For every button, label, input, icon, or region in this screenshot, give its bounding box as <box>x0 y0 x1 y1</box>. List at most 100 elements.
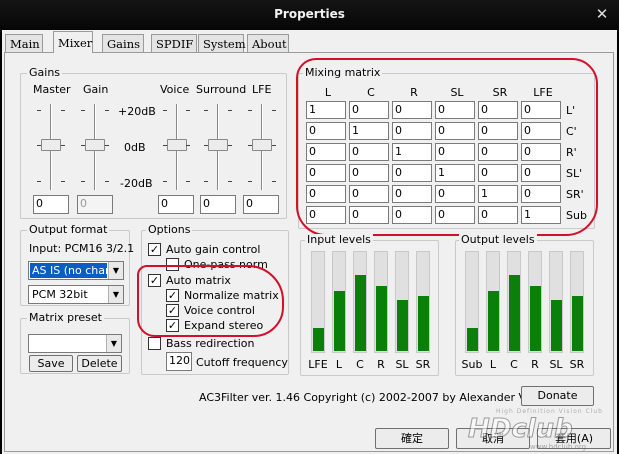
level-meter <box>395 251 409 353</box>
matrix-cell[interactable]: 1 <box>306 101 346 119</box>
matrix-col-header: C <box>367 86 375 99</box>
auto-gain-checkbox[interactable]: ✓ <box>148 243 161 256</box>
matrix-cell[interactable]: 0 <box>435 122 475 140</box>
matrix-col-header: L <box>324 86 332 99</box>
tab-main[interactable]: Main <box>5 34 43 52</box>
gain-slider-thumb[interactable] <box>85 139 105 151</box>
lfe-value-field[interactable]: 0 <box>243 195 279 214</box>
lfe-slider-thumb[interactable] <box>252 139 272 151</box>
tab-system[interactable]: System <box>198 34 246 52</box>
level-meter <box>465 251 479 353</box>
matrix-cell[interactable]: 0 <box>349 206 389 224</box>
tab-spdif[interactable]: SPDIF <box>151 34 197 52</box>
scale-bottom-label: -20dB <box>120 177 153 190</box>
gains-legend: Gains <box>27 66 63 79</box>
tick-mark <box>186 110 190 111</box>
sample-format-select[interactable]: PCM 32bit ▼ <box>28 285 124 304</box>
tab-mixer[interactable]: Mixer <box>53 31 93 53</box>
matrix-cell[interactable]: 0 <box>478 143 518 161</box>
tick-mark <box>228 181 232 182</box>
input-levels-legend: Input levels <box>305 233 373 246</box>
master-slider-thumb[interactable] <box>41 139 61 151</box>
gain-value-field[interactable]: 0 <box>77 195 113 214</box>
matrix-cell[interactable]: 0 <box>435 206 475 224</box>
tick-mark <box>228 145 232 146</box>
matrix-cell[interactable]: 0 <box>306 143 346 161</box>
matrix-cell[interactable]: 0 <box>349 164 389 182</box>
matrix-col-header: R <box>410 86 418 99</box>
chevron-down-icon[interactable]: ▼ <box>108 286 123 303</box>
level-meter <box>507 251 521 353</box>
tab-about[interactable]: About <box>247 34 289 52</box>
matrix-cell[interactable]: 1 <box>435 164 475 182</box>
donate-button[interactable]: Donate <box>521 386 594 406</box>
matrix-cell[interactable]: 0 <box>435 143 475 161</box>
matrix-cell[interactable]: 0 <box>521 185 561 203</box>
tick-mark <box>37 145 41 146</box>
level-meter <box>486 251 500 353</box>
output-levels-legend: Output levels <box>459 233 537 246</box>
voice-value-field[interactable]: 0 <box>158 195 194 214</box>
voice-slider-thumb[interactable] <box>167 139 187 151</box>
sample-selected-value: PCM 32bit <box>32 288 88 301</box>
matrix-cell[interactable]: 0 <box>478 164 518 182</box>
matrix-cell[interactable]: 0 <box>521 164 561 182</box>
level-channel-label: SR <box>415 358 431 371</box>
save-button[interactable]: Save <box>29 355 73 372</box>
matrix-cell[interactable]: 0 <box>349 101 389 119</box>
level-meter <box>416 251 430 353</box>
tab-gains[interactable]: Gains <box>102 34 144 52</box>
matrix-cell[interactable]: 0 <box>306 164 346 182</box>
level-meter <box>353 251 367 353</box>
matrix-cell[interactable]: 0 <box>478 206 518 224</box>
tick-mark <box>204 110 208 111</box>
matrix-cell[interactable]: 0 <box>349 143 389 161</box>
close-icon[interactable]: ✕ <box>592 5 612 23</box>
cancel-button[interactable]: 取消 <box>456 428 530 449</box>
input-format-text: Input: PCM16 3/2.1 <box>29 242 135 255</box>
surround-slider-thumb[interactable] <box>208 139 228 151</box>
matrix-cell[interactable]: 0 <box>392 101 432 119</box>
matrix-cell[interactable]: 0 <box>392 122 432 140</box>
matrix-cell[interactable]: 0 <box>349 185 389 203</box>
matrix-cell[interactable]: 1 <box>349 122 389 140</box>
matrix-cell[interactable]: 0 <box>478 101 518 119</box>
matrix-cell[interactable]: 0 <box>435 185 475 203</box>
matrix-cell[interactable]: 1 <box>521 206 561 224</box>
ok-button[interactable]: 確定 <box>375 428 449 449</box>
matrix-cell[interactable]: 0 <box>306 122 346 140</box>
delete-button[interactable]: Delete <box>77 355 122 372</box>
matrix-cell[interactable]: 0 <box>392 206 432 224</box>
format-select[interactable]: AS IS (no change) ▼ <box>28 261 124 280</box>
matrix-cell[interactable]: 1 <box>478 185 518 203</box>
chevron-down-icon[interactable]: ▼ <box>106 335 121 352</box>
tick-mark <box>163 181 167 182</box>
output-format-legend: Output format <box>27 223 110 236</box>
chevron-down-icon[interactable]: ▼ <box>108 262 123 279</box>
matrix-cell[interactable]: 0 <box>478 122 518 140</box>
matrix-cell[interactable]: 0 <box>521 143 561 161</box>
matrix-cell[interactable]: 0 <box>392 164 432 182</box>
level-bar <box>355 275 366 351</box>
bass-redirection-checkbox[interactable] <box>148 337 161 350</box>
apply-button[interactable]: 套用(A) <box>537 428 611 449</box>
level-meter <box>528 251 542 353</box>
cutoff-frequency-field[interactable]: 120 <box>166 352 192 371</box>
tick-mark <box>37 181 41 182</box>
level-bar <box>488 291 499 351</box>
surround-value-field[interactable]: 0 <box>200 195 236 214</box>
matrix-cell[interactable]: 0 <box>521 101 561 119</box>
master-value-field[interactable]: 0 <box>33 195 69 214</box>
matrix-preset-legend: Matrix preset <box>27 311 104 324</box>
tab-label: About <box>252 37 287 51</box>
tick-mark <box>105 181 109 182</box>
matrix-cell[interactable]: 0 <box>306 206 346 224</box>
matrix-cell[interactable]: 0 <box>435 101 475 119</box>
matrix-cell[interactable]: 0 <box>306 185 346 203</box>
matrix-cell[interactable]: 0 <box>521 122 561 140</box>
matrix-preset-combo[interactable]: ▼ <box>28 334 122 353</box>
tick-mark <box>37 110 41 111</box>
matrix-cell[interactable]: 1 <box>392 143 432 161</box>
matrix-cell[interactable]: 0 <box>392 185 432 203</box>
tick-mark <box>61 181 65 182</box>
